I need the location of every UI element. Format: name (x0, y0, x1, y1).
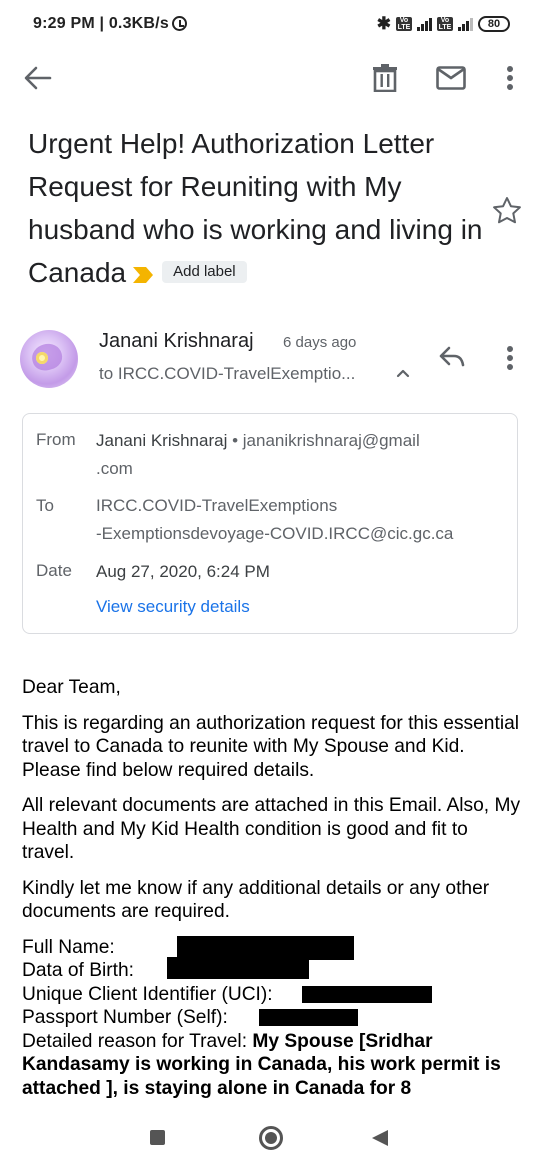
redaction-bar (302, 985, 432, 1003)
body-paragraph-1: This is regarding an authorization reque… (22, 712, 520, 781)
from-separator: • (232, 431, 239, 450)
chevron-up-icon[interactable] (396, 368, 410, 378)
volte-icon: Vo LTE (396, 17, 412, 31)
uci-label: Unique Client Identifier (UCI): (22, 983, 273, 1005)
uci-row: Unique Client Identifier (UCI): (22, 983, 522, 1007)
recipient-summary[interactable]: to IRCC.COVID-TravelExemptio... (99, 364, 355, 384)
star-icon[interactable] (492, 196, 522, 224)
to-label: To (36, 496, 54, 515)
redaction-bar (177, 935, 354, 960)
from-email[interactable]: jananikrishnaraj@gmail (243, 431, 420, 450)
from-name: Janani Krishnaraj (96, 431, 228, 450)
reason-label: Detailed reason for Travel: (22, 1030, 248, 1052)
sender-time: 6 days ago (283, 334, 357, 351)
email-subject: Urgent Help! Authorization Letter Reques… (28, 122, 488, 294)
status-time: 9:29 PM | 0.3KB/s (33, 15, 169, 32)
home-button[interactable] (259, 1126, 283, 1150)
message-more-icon[interactable] (500, 344, 520, 372)
greeting: Dear Team, (22, 677, 121, 698)
view-security-details-link[interactable]: View security details (96, 597, 250, 617)
body-paragraph-2: All relevant documents are attached in t… (22, 795, 521, 863)
subject-text: Urgent Help! Authorization Letter Reques… (28, 128, 483, 288)
bluetooth-icon: ✱ (376, 14, 391, 33)
volte-icon-2: Vo LTE (437, 17, 453, 31)
date-label: Date (36, 561, 72, 580)
full-name-label: Full Name: (22, 936, 115, 958)
system-back-button[interactable] (372, 1130, 388, 1146)
back-arrow-icon[interactable] (22, 64, 54, 92)
recents-button[interactable] (150, 1130, 165, 1145)
email-body: Dear Team, This is regarding an authoriz… (22, 676, 522, 1100)
dob-label: Data of Birth: (22, 960, 134, 981)
redaction-bar (167, 957, 309, 979)
passport-row: Passport Number (Self): (22, 1006, 522, 1030)
sender-name[interactable]: Janani Krishnaraj (99, 330, 254, 353)
trash-icon[interactable] (372, 64, 398, 92)
to-address-line1[interactable]: IRCC.COVID-TravelExemptions (96, 496, 337, 515)
passport-label: Passport Number (Self): (22, 1007, 228, 1028)
from-value: Janani Krishnaraj • jananikrishnaraj@gma… (96, 427, 506, 483)
system-nav-bar (0, 1104, 540, 1170)
from-label: From (36, 430, 76, 449)
body-paragraph-3: Kindly let me know if any additional det… (22, 877, 490, 923)
reply-icon[interactable] (438, 346, 466, 368)
redaction-bar (259, 1009, 358, 1026)
battery-icon: 80 (478, 16, 510, 32)
app-bar (0, 50, 540, 106)
date-value: Aug 27, 2020, 6:24 PM (96, 562, 270, 581)
add-label-chip[interactable]: Add label (162, 260, 247, 283)
message-details-card: From Janani Krishnaraj • jananikrishnara… (22, 413, 518, 634)
to-value: IRCC.COVID-TravelExemptions -Exemptionsd… (96, 492, 506, 548)
mark-unread-mail-icon[interactable] (436, 65, 466, 91)
status-bar: 9:29 PM | 0.3KB/s ✱ Vo LTE Vo LTE 80 (0, 0, 540, 50)
sender-avatar[interactable] (20, 330, 78, 388)
status-icons: ✱ Vo LTE Vo LTE 80 (377, 14, 510, 34)
alarm-icon (172, 16, 187, 31)
reason-row: Detailed reason for Travel: My Spouse [S… (22, 1030, 522, 1101)
signal-icon-2 (458, 17, 473, 31)
to-address-line2[interactable]: -Exemptionsdevoyage-COVID.IRCC@cic.gc.ca (96, 524, 453, 543)
signal-icon (417, 17, 432, 31)
dob-row: Data of Birth: (22, 957, 522, 983)
important-marker-icon[interactable] (132, 266, 154, 284)
from-email-cont[interactable]: .com (96, 459, 133, 478)
full-name-row: Full Name: (22, 935, 522, 960)
more-options-icon[interactable] (498, 64, 522, 92)
